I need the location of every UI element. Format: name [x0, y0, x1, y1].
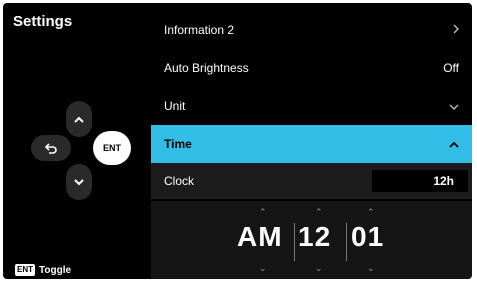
footer-hint: ENT Toggle	[15, 264, 71, 276]
hour-up-icon[interactable]: ⌃	[315, 207, 323, 218]
menu-item-unit[interactable]: Unit	[151, 87, 472, 125]
minute-value[interactable]: 01	[351, 221, 384, 253]
submenu-item-clock[interactable]: Clock 12h	[151, 163, 472, 199]
menu-item-label: Unit	[164, 99, 186, 113]
picker-separator	[346, 223, 347, 261]
period-down-icon[interactable]: ⌄	[259, 263, 267, 274]
chevron-up-icon	[74, 116, 84, 123]
minute-up-icon[interactable]: ⌃	[367, 207, 375, 218]
dpad-down-button[interactable]	[66, 164, 92, 200]
device-screen: Settings ENT ENT Toggle Information 2 Au…	[0, 0, 477, 285]
period-up-icon[interactable]: ⌃	[259, 207, 267, 218]
settings-frame: Settings ENT ENT Toggle Information 2 Au…	[3, 3, 472, 279]
submenu-item-label: Clock	[164, 174, 195, 188]
ent-key-badge: ENT	[15, 264, 35, 276]
auto-brightness-value: Off	[443, 61, 459, 75]
time-picker: ⌃ ⌃ ⌃ AM 12 01 ⌄ ⌄ ⌄	[151, 201, 472, 279]
dpad-back-button[interactable]	[31, 135, 71, 161]
minute-down-icon[interactable]: ⌄	[367, 263, 375, 274]
back-arrow-icon	[45, 142, 57, 154]
menu-item-label: Auto Brightness	[164, 61, 249, 75]
chevron-down-icon	[449, 99, 459, 113]
hour-down-icon[interactable]: ⌄	[315, 263, 323, 274]
chevron-right-icon	[453, 23, 459, 37]
menu-item-time[interactable]: Time	[151, 125, 472, 163]
settings-menu: Information 2 Auto Brightness Off Unit T…	[151, 11, 472, 279]
menu-item-label: Information 2	[164, 23, 235, 37]
chevron-down-icon	[74, 178, 84, 186]
menu-item-information-2[interactable]: Information 2	[151, 11, 472, 49]
chevron-up-icon	[449, 137, 459, 151]
period-value[interactable]: AM	[237, 221, 283, 253]
footer-hint-label: Toggle	[39, 264, 72, 276]
picker-separator	[294, 223, 295, 261]
menu-item-label: Time	[164, 137, 192, 151]
dpad-up-button[interactable]	[66, 101, 92, 137]
hour-value[interactable]: 12	[298, 221, 331, 253]
menu-item-auto-brightness[interactable]: Auto Brightness Off	[151, 49, 472, 87]
dpad-ent-button[interactable]: ENT	[93, 131, 131, 165]
page-title: Settings	[13, 13, 73, 30]
clock-format-value[interactable]: 12h	[372, 170, 468, 192]
